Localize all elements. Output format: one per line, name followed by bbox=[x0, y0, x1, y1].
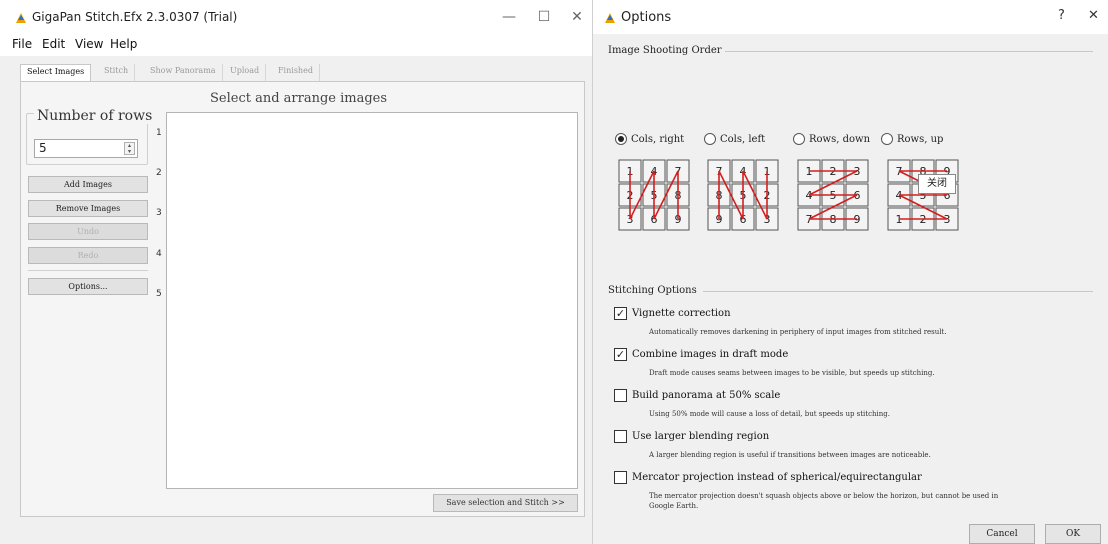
dialog-title: Options bbox=[621, 10, 672, 25]
row-number: 3 bbox=[156, 208, 162, 218]
rows-spinbox[interactable]: 5 ▴ ▾ bbox=[34, 139, 138, 158]
close-tooltip: 关闭 bbox=[918, 174, 956, 194]
rows-label: Number of rows bbox=[34, 108, 156, 124]
row-number: 1 bbox=[156, 128, 162, 138]
option-description: The mercator projection doesn't squash o… bbox=[649, 492, 999, 500]
gigapan-logo-icon bbox=[605, 13, 615, 23]
option-description: A larger blending region is useful if tr… bbox=[649, 451, 931, 459]
checkbox-vignette-correction[interactable]: ✓ Vignette correction bbox=[614, 305, 731, 321]
radio-selected-icon bbox=[615, 133, 627, 145]
radio-label: Rows, up bbox=[897, 133, 944, 145]
undo-button[interactable]: Undo bbox=[28, 223, 148, 240]
radio-label: Rows, down bbox=[809, 133, 871, 145]
option-description: Using 50% mode will cause a loss of deta… bbox=[649, 410, 890, 418]
image-arrangement-grid[interactable] bbox=[166, 112, 578, 489]
menu-bar: File Edit View Help bbox=[0, 34, 592, 56]
gigapan-main-window: GigaPan Stitch.Efx 2.3.0307 (Trial) — ☐ … bbox=[0, 0, 592, 544]
checkbox-unchecked-icon bbox=[614, 470, 627, 484]
tab-select-images[interactable]: Select Images bbox=[20, 64, 92, 82]
close-button[interactable]: ✕ bbox=[565, 6, 589, 28]
save-and-stitch-button[interactable]: Save selection and Stitch >> bbox=[433, 494, 578, 512]
row-number: 2 bbox=[156, 168, 162, 178]
stitching-options-label: Stitching Options bbox=[608, 285, 700, 296]
menu-file[interactable]: File bbox=[12, 37, 32, 51]
option-description: Draft mode causes seams between images t… bbox=[649, 369, 935, 377]
checkbox-mercator-projection[interactable]: Mercator projection instead of spherical… bbox=[614, 469, 922, 485]
row-number: 5 bbox=[156, 289, 162, 299]
options-button[interactable]: Options... bbox=[28, 278, 148, 295]
divider bbox=[28, 270, 148, 271]
checkbox-draft-mode[interactable]: ✓ Combine images in draft mode bbox=[614, 346, 788, 362]
row-number: 4 bbox=[156, 249, 162, 259]
section-divider bbox=[703, 291, 1093, 292]
gigapan-logo-icon bbox=[16, 13, 26, 23]
row-number-gutter: 1 2 3 4 5 bbox=[153, 112, 166, 490]
checkbox-checked-icon: ✓ bbox=[614, 347, 627, 361]
tab-stitch[interactable]: Stitch bbox=[98, 64, 136, 81]
checkbox-half-scale[interactable]: Build panorama at 50% scale bbox=[614, 387, 780, 403]
spin-arrows-icon[interactable]: ▴ ▾ bbox=[124, 142, 135, 155]
option-description: Google Earth. bbox=[649, 502, 699, 510]
window-title: GigaPan Stitch.Efx 2.3.0307 (Trial) bbox=[32, 10, 238, 24]
checkbox-larger-blending[interactable]: Use larger blending region bbox=[614, 428, 769, 444]
radio-rows-down[interactable]: Rows, down bbox=[793, 131, 870, 147]
checkbox-label: Vignette correction bbox=[632, 307, 731, 319]
grid-title: Select and arrange images bbox=[210, 91, 388, 106]
order-diagram-cols-right[interactable]: 1 4 72 5 83 6 9 bbox=[616, 157, 691, 231]
section-divider bbox=[723, 51, 1093, 52]
redo-button[interactable]: Redo bbox=[28, 247, 148, 264]
order-diagram-rows-up[interactable]: 7 8 94 5 61 2 3 bbox=[885, 157, 960, 231]
checkbox-label: Combine images in draft mode bbox=[632, 348, 789, 360]
checkbox-label: Use larger blending region bbox=[632, 430, 770, 442]
order-diagram-cols-left[interactable]: 7 4 18 5 29 6 3 bbox=[705, 157, 780, 231]
tab-show-panorama[interactable]: Show Panorama bbox=[144, 64, 223, 81]
maximize-button[interactable]: ☐ bbox=[532, 6, 556, 28]
shooting-order-label: Image Shooting Order bbox=[608, 45, 725, 56]
menu-help[interactable]: Help bbox=[110, 37, 137, 51]
dialog-title-bar: Options ? ✕ bbox=[593, 0, 1108, 34]
checkbox-label: Mercator projection instead of spherical… bbox=[632, 471, 922, 483]
menu-view[interactable]: View bbox=[75, 37, 103, 51]
radio-cols-left[interactable]: Cols, left bbox=[704, 131, 765, 147]
options-dialog: Options ? ✕ Image Shooting Order Cols, r… bbox=[592, 0, 1108, 544]
help-button[interactable]: ? bbox=[1058, 8, 1065, 23]
remove-images-button[interactable]: Remove Images bbox=[28, 200, 148, 217]
cancel-button[interactable]: Cancel bbox=[969, 524, 1035, 544]
title-bar: GigaPan Stitch.Efx 2.3.0307 (Trial) — ☐ … bbox=[0, 0, 592, 34]
radio-icon bbox=[793, 133, 805, 145]
tab-upload[interactable]: Upload bbox=[224, 64, 267, 81]
radio-cols-right[interactable]: Cols, right bbox=[615, 131, 684, 147]
order-diagram-rows-down[interactable]: 1 2 34 5 67 8 9 bbox=[795, 157, 870, 231]
minimize-button[interactable]: — bbox=[497, 6, 521, 28]
radio-rows-up[interactable]: Rows, up bbox=[881, 131, 943, 147]
add-images-button[interactable]: Add Images bbox=[28, 176, 148, 193]
tab-finished[interactable]: Finished bbox=[272, 64, 320, 81]
radio-icon bbox=[881, 133, 893, 145]
checkbox-unchecked-icon bbox=[614, 388, 627, 402]
ok-button[interactable]: OK bbox=[1045, 524, 1101, 544]
checkbox-checked-icon: ✓ bbox=[614, 306, 627, 320]
radio-label: Cols, right bbox=[631, 133, 685, 145]
checkbox-unchecked-icon bbox=[614, 429, 627, 443]
radio-icon bbox=[704, 133, 716, 145]
checkbox-label: Build panorama at 50% scale bbox=[632, 389, 781, 401]
option-description: Automatically removes darkening in perip… bbox=[649, 328, 947, 336]
rows-value: 5 bbox=[39, 141, 47, 155]
radio-label: Cols, left bbox=[720, 133, 766, 145]
menu-edit[interactable]: Edit bbox=[42, 37, 65, 51]
dialog-close-button[interactable]: ✕ bbox=[1088, 8, 1099, 23]
